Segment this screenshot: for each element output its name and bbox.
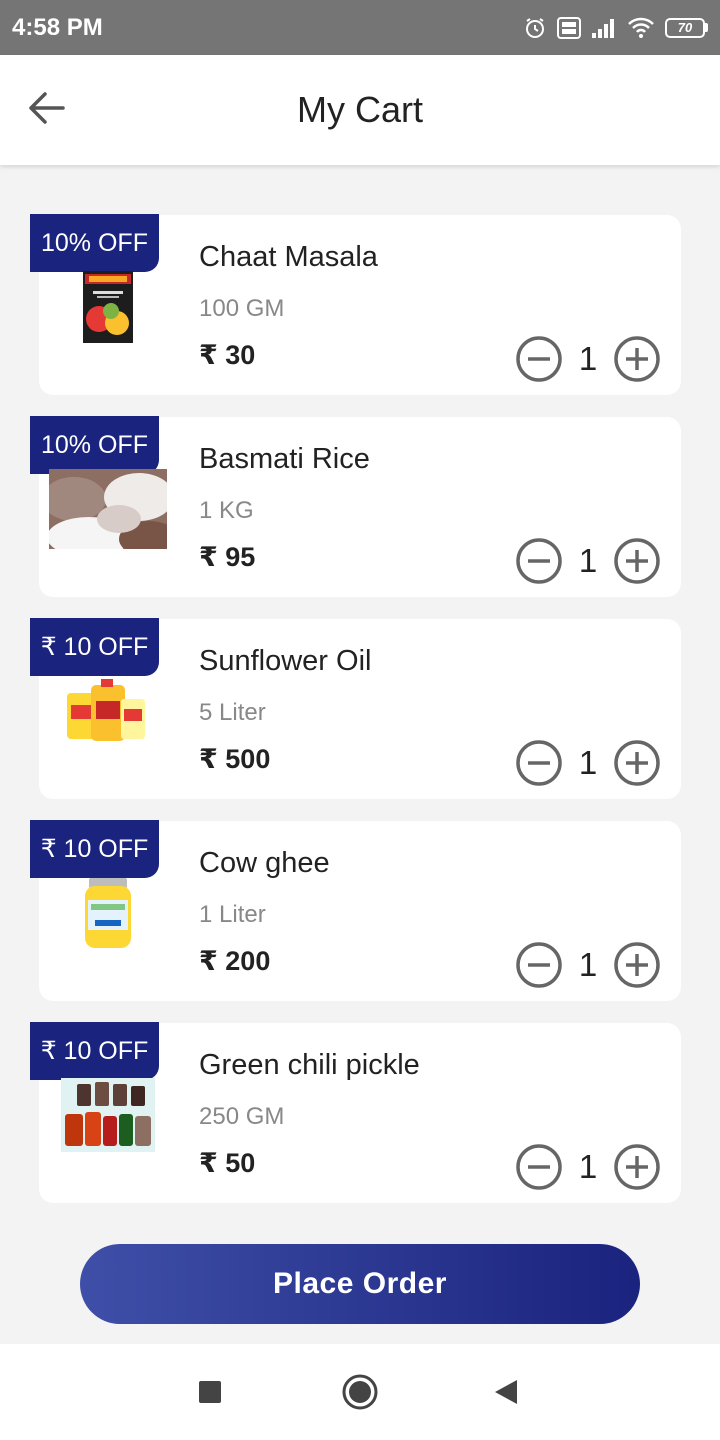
product-image — [49, 671, 167, 751]
product-name: Sunflower Oil — [199, 645, 372, 677]
quantity-stepper: 1 — [515, 537, 661, 585]
cart-item-chaat-masala: 10% OFF Chaat Masala 100 GM ₹ 30 1 — [30, 214, 681, 395]
wifi-icon — [627, 17, 655, 39]
discount-badge: 10% OFF — [30, 214, 159, 272]
product-price: ₹ 30 — [199, 340, 256, 370]
system-nav-bar — [0, 1344, 720, 1440]
quantity-value: 1 — [578, 340, 598, 377]
volte-icon — [557, 16, 581, 39]
status-bar: 4:58 PM 70 — [0, 0, 720, 55]
recents-square-icon[interactable] — [190, 1372, 230, 1412]
cart-item-basmati-rice: 10% OFF Basmati Rice 1 KG ₹ 95 1 — [30, 416, 681, 597]
product-unit: 1 KG — [199, 497, 254, 524]
battery-icon: 70 — [665, 17, 708, 38]
cart-item-green-chili-pickle: ₹ 10 OFF Green chili pickle 250 GM ₹ 50 … — [30, 1022, 681, 1203]
status-icons: 70 — [523, 16, 708, 40]
battery-level: 70 — [665, 17, 705, 38]
cart-item-sunflower-oil: ₹ 10 OFF Sunflower Oil 5 Liter ₹ 500 1 — [30, 618, 681, 799]
plus-circle-icon[interactable] — [613, 941, 661, 989]
app-bar: My Cart — [0, 55, 720, 165]
product-price: ₹ 50 — [199, 1148, 256, 1178]
discount-badge: ₹ 10 OFF — [30, 820, 159, 878]
back-triangle-icon[interactable] — [486, 1372, 526, 1412]
product-image — [49, 267, 167, 347]
product-price: ₹ 200 — [199, 946, 271, 976]
minus-circle-icon[interactable] — [515, 941, 563, 989]
discount-badge: ₹ 10 OFF — [30, 1022, 159, 1080]
cart-item-cow-ghee: ₹ 10 OFF Cow ghee 1 Liter ₹ 200 1 — [30, 820, 681, 1001]
signal-icon — [591, 17, 617, 39]
product-unit: 100 GM — [199, 295, 285, 322]
discount-badge: 10% OFF — [30, 416, 159, 474]
home-circle-icon[interactable] — [340, 1372, 380, 1412]
minus-circle-icon[interactable] — [515, 537, 563, 585]
plus-circle-icon[interactable] — [613, 1143, 661, 1191]
quantity-value: 1 — [578, 946, 598, 983]
product-price: ₹ 95 — [199, 542, 256, 572]
quantity-stepper: 1 — [515, 1143, 661, 1191]
product-name: Chaat Masala — [199, 241, 378, 273]
status-time: 4:58 PM — [12, 13, 103, 41]
quantity-value: 1 — [578, 744, 598, 781]
plus-circle-icon[interactable] — [613, 335, 661, 383]
product-name: Cow ghee — [199, 847, 330, 879]
product-name: Basmati Rice — [199, 443, 370, 475]
minus-circle-icon[interactable] — [515, 335, 563, 383]
quantity-stepper: 1 — [515, 941, 661, 989]
product-price: ₹ 500 — [199, 744, 271, 774]
place-order-button[interactable]: Place Order — [80, 1244, 640, 1324]
quantity-value: 1 — [578, 1148, 598, 1185]
product-image — [49, 1075, 167, 1155]
product-image — [49, 469, 167, 549]
minus-circle-icon[interactable] — [515, 1143, 563, 1191]
product-unit: 250 GM — [199, 1103, 285, 1130]
discount-badge: ₹ 10 OFF — [30, 618, 159, 676]
product-image — [49, 873, 167, 953]
page-title: My Cart — [297, 89, 423, 130]
quantity-value: 1 — [578, 542, 598, 579]
quantity-stepper: 1 — [515, 739, 661, 787]
back-button[interactable] — [24, 88, 68, 132]
product-unit: 1 Liter — [199, 901, 266, 928]
product-name: Green chili pickle — [199, 1049, 420, 1081]
product-unit: 5 Liter — [199, 699, 266, 726]
plus-circle-icon[interactable] — [613, 537, 661, 585]
alarm-icon — [523, 16, 547, 40]
plus-circle-icon[interactable] — [613, 739, 661, 787]
quantity-stepper: 1 — [515, 335, 661, 383]
minus-circle-icon[interactable] — [515, 739, 563, 787]
arrow-left-icon — [27, 91, 65, 130]
